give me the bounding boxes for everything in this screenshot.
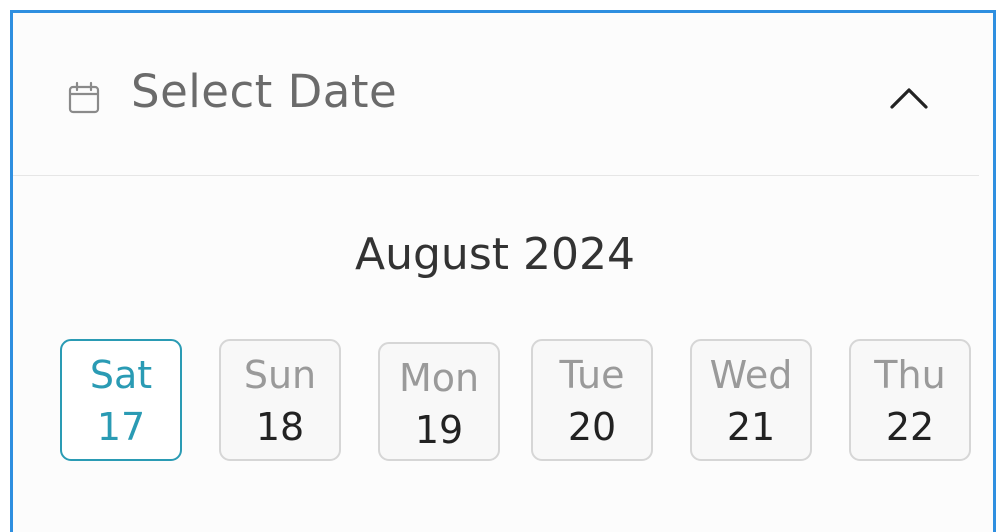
day-number: 18: [255, 405, 305, 449]
day-name: Sat: [89, 353, 153, 397]
day-card-wed-21[interactable]: Wed 21: [690, 339, 812, 461]
day-card-tue-20[interactable]: Tue 20: [531, 339, 653, 461]
chevron-up-icon[interactable]: [887, 77, 931, 121]
month-label: August 2024: [355, 229, 635, 280]
day-card-sun-18[interactable]: Sun 18: [219, 339, 341, 461]
day-number: 19: [414, 408, 464, 452]
calendar-icon: [68, 81, 100, 114]
day-number: 22: [885, 405, 935, 449]
day-number: 17: [96, 405, 146, 449]
day-number: 21: [726, 405, 776, 449]
day-card-thu-22[interactable]: Thu 22: [849, 339, 971, 461]
day-card-sat-17[interactable]: Sat 17: [60, 339, 182, 461]
day-name: Mon: [398, 356, 480, 400]
day-card-mon-19[interactable]: Mon 19: [378, 342, 500, 461]
day-name: Tue: [559, 353, 625, 397]
header-title: Select Date: [131, 65, 398, 118]
day-name: Wed: [709, 353, 793, 397]
day-number: 20: [567, 405, 617, 449]
day-name: Sun: [243, 353, 317, 397]
date-picker-panel: Select Date August 2024 Sat 17 Sun 18 Mo…: [10, 10, 996, 532]
day-name: Thu: [874, 353, 946, 397]
date-picker-header[interactable]: Select Date: [13, 13, 979, 176]
